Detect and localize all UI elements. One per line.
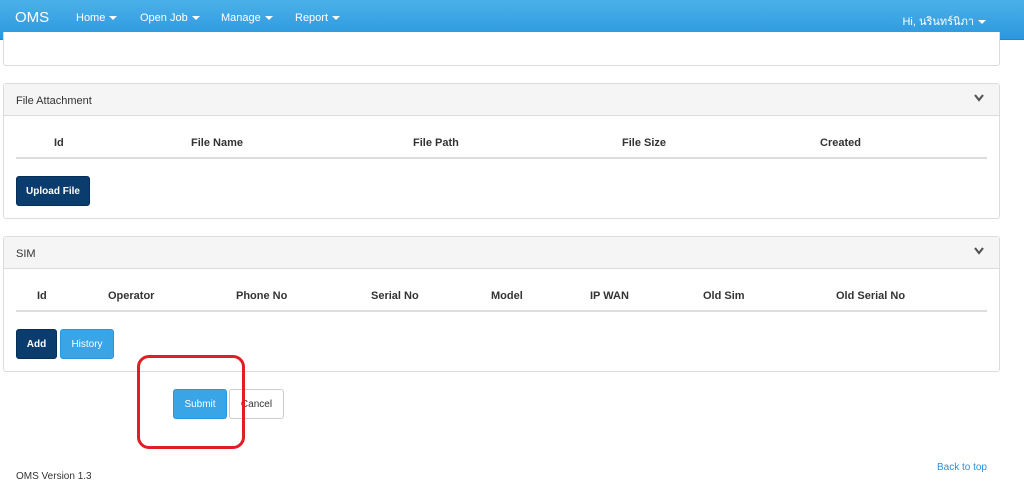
nav-report-label: Report [295,12,329,24]
col-file-path: File Path [413,137,459,149]
caret-down-icon [978,20,986,25]
col-file-name: File Name [191,137,243,149]
nav-manage[interactable]: Manage [221,12,273,24]
sim-heading[interactable]: SIM [4,237,999,269]
user-greeting: Hi, นรินทร์นิภา [902,16,974,28]
nav-open-job[interactable]: Open Job [140,12,200,24]
footer-version: OMS Version 1.3 [16,471,92,482]
file-attachment-title: File Attachment [16,95,92,107]
upload-file-button[interactable]: Upload File [16,176,90,206]
previous-panel-bottom [3,32,1000,66]
table-header-divider [16,310,987,312]
col-old-sim: Old Sim [703,290,745,302]
table-header-divider [16,157,987,159]
col-ip-wan: IP WAN [590,290,629,302]
highlight-annotation [137,355,245,449]
col-created: Created [820,137,861,149]
caret-down-icon [264,16,273,21]
back-to-top-link[interactable]: Back to top [937,462,987,473]
nav-manage-label: Manage [221,12,261,24]
file-attachment-heading[interactable]: File Attachment [4,84,999,116]
brand-logo[interactable]: OMS [15,9,49,26]
add-sim-button[interactable]: Add [16,329,57,359]
col-old-serial-no: Old Serial No [836,290,906,302]
chevron-down-icon[interactable] [973,246,985,256]
nav-report[interactable]: Report [295,12,341,24]
col-id: Id [37,290,47,302]
col-operator: Operator [108,290,155,302]
col-serial-no: Serial No [371,290,419,302]
sim-title: SIM [16,248,36,260]
caret-down-icon [109,16,118,21]
file-attachment-panel: File Attachment Id File Name File Path F… [3,83,1000,219]
chevron-down-icon[interactable] [973,93,985,103]
caret-down-icon [332,16,341,21]
col-phone-no: Phone No [236,290,288,302]
caret-down-icon [191,16,200,21]
nav-open-job-label: Open Job [140,12,188,24]
sim-history-button[interactable]: History [60,329,114,359]
user-menu[interactable]: Hi, นรินทร์นิภา [902,12,986,30]
nav-home-label: Home [76,12,106,24]
col-model: Model [491,290,523,302]
nav-home[interactable]: Home [76,12,118,24]
col-file-size: File Size [622,137,667,149]
col-id: Id [54,137,64,149]
sim-panel: SIM Id Operator Phone No Serial No Model… [3,236,1000,372]
